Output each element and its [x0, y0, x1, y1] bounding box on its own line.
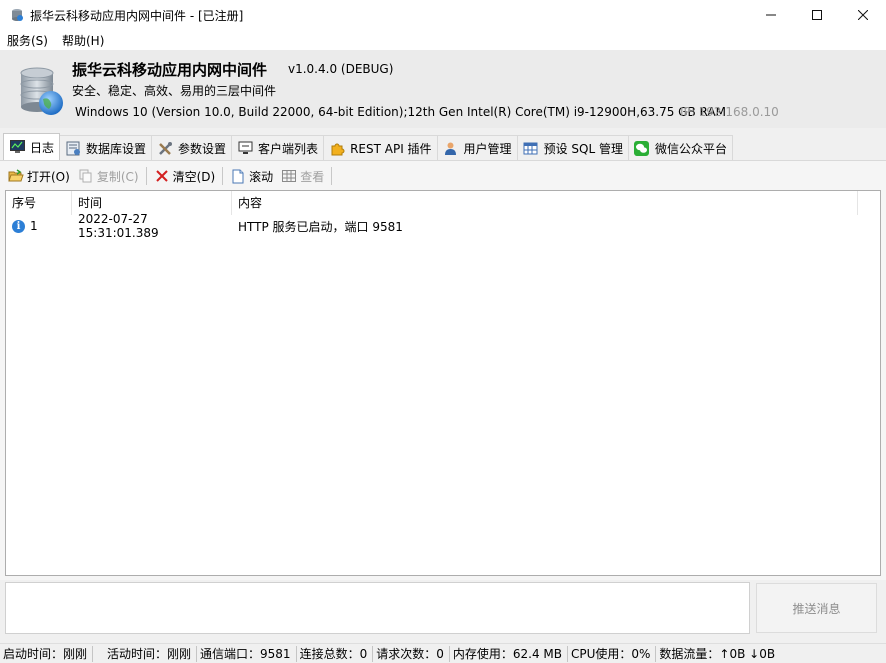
tab-label: 参数设置	[178, 141, 227, 156]
maximize-button[interactable]	[794, 0, 840, 30]
status-active-time: 活动时间：刚刚	[93, 645, 198, 662]
client-monitor-icon	[237, 140, 253, 156]
menu-help[interactable]: 帮助(H)	[55, 32, 111, 49]
scroll-label: 滚动	[249, 169, 274, 184]
send-message-button[interactable]: 推送消息	[756, 583, 877, 633]
status-connections: 连接总数：0	[297, 645, 374, 662]
clear-x-icon	[154, 168, 170, 184]
document-icon	[230, 168, 246, 184]
copy-icon	[78, 168, 94, 184]
table-icon	[523, 140, 539, 156]
log-panel: 打开(O) 复制(C) 清空(D) 滚动 查看 序号 时间 内容 i 1 202…	[0, 160, 886, 580]
tab-wechat-platform[interactable]: 微信公众平台	[627, 135, 733, 160]
app-tagline: 安全、稳定、高效、易用的三层中间件	[72, 84, 277, 98]
row-time: 2022-07-27 15:31:01.389	[78, 212, 159, 240]
folder-open-icon	[8, 168, 24, 184]
app-database-icon	[12, 9, 23, 21]
column-index[interactable]: 序号	[6, 191, 72, 215]
status-requests: 请求次数：0	[373, 645, 450, 662]
tab-label: 用户管理	[463, 141, 512, 156]
tab-label: REST API 插件	[350, 141, 432, 156]
row-index: 1	[30, 219, 38, 233]
view-label: 查看	[300, 169, 325, 184]
wechat-icon	[634, 140, 650, 156]
toolbar-separator	[331, 167, 333, 185]
info-icon: i	[12, 219, 25, 233]
menu-bar: 服务(S) 帮助(H)	[0, 30, 886, 50]
tab-database-settings[interactable]: 数据库设置	[59, 135, 153, 160]
app-window: 振华云科移动应用内网中间件 - [已注册] 服务(S) 帮助(H) 振华云科移动…	[0, 0, 886, 663]
row-content: HTTP 服务已启动，端口 9581	[238, 219, 403, 234]
copy-button[interactable]: 复制(C)	[74, 165, 143, 187]
menu-service[interactable]: 服务(S)	[0, 32, 55, 49]
tab-preset-sql[interactable]: 预设 SQL 管理	[516, 135, 629, 160]
column-content[interactable]: 内容	[232, 191, 858, 215]
tab-bar: 日志 数据库设置 参数设置 客户端列表 REST API 插件 用户管理 预设 …	[0, 133, 886, 160]
log-monitor-icon	[9, 139, 25, 155]
database-settings-icon	[65, 140, 81, 156]
status-port: 通信端口：9581	[197, 645, 297, 662]
minimize-button[interactable]	[748, 0, 794, 30]
log-toolbar: 打开(O) 复制(C) 清空(D) 滚动 查看	[4, 164, 335, 188]
table-row[interactable]: i 1 2022-07-27 15:31:01.389 HTTP 服务已启动，端…	[6, 212, 880, 240]
toolbar-separator	[145, 167, 147, 185]
app-version: v1.0.4.0 (DEBUG)	[288, 62, 394, 76]
clear-button[interactable]: 清空(D)	[150, 165, 220, 187]
scroll-button[interactable]: 滚动	[226, 165, 277, 187]
database-globe-icon	[20, 67, 63, 115]
tab-label: 客户端列表	[258, 141, 319, 156]
status-traffic: 数据流量：↑0B ↓0B	[659, 646, 776, 661]
tab-label: 日志	[30, 140, 55, 155]
log-list[interactable]: 序号 时间 内容 i 1 2022-07-27 15:31:01.389 HTT…	[5, 190, 881, 576]
toolbar-separator	[222, 167, 224, 185]
system-info: Windows 10 (Version 10.0, Build 22000, 6…	[75, 105, 726, 119]
tab-label: 数据库设置	[86, 141, 147, 156]
app-header: 振华云科移动应用内网中间件 v1.0.4.0 (DEBUG) 安全、稳定、高效、…	[0, 50, 886, 128]
tab-log[interactable]: 日志	[3, 133, 61, 160]
row-index-cell: i 1	[6, 219, 72, 233]
user-icon	[443, 140, 459, 156]
title-bar: 振华云科移动应用内网中间件 - [已注册]	[0, 0, 886, 30]
tools-icon	[157, 140, 173, 156]
status-cpu: CPU使用：0%	[568, 645, 657, 662]
view-button[interactable]: 查看	[277, 165, 328, 187]
message-input[interactable]	[5, 582, 750, 634]
grid-view-icon	[281, 168, 297, 184]
close-icon	[858, 10, 868, 20]
puzzle-icon	[329, 140, 345, 156]
tab-rest-api-plugin[interactable]: REST API 插件	[323, 135, 438, 160]
maximize-icon	[812, 10, 822, 20]
tab-parameter-settings[interactable]: 参数设置	[151, 135, 233, 160]
status-start-time: 启动时间：刚刚	[0, 645, 94, 662]
open-button[interactable]: 打开(O)	[4, 165, 74, 187]
minimize-icon	[766, 14, 776, 16]
ip-address: IP: 192.168.0.10	[680, 105, 779, 119]
clear-label: 清空(D)	[172, 169, 216, 184]
status-memory: 内存使用：62.4 MB	[450, 645, 568, 662]
tab-label: 预设 SQL 管理	[543, 141, 623, 156]
copy-label: 复制(C)	[96, 169, 139, 184]
tab-user-management[interactable]: 用户管理	[436, 135, 518, 160]
status-bar: 启动时间：刚刚 活动时间：刚刚 通信端口：9581 连接总数：0 请求次数：0 …	[0, 643, 886, 663]
tab-label: 微信公众平台	[654, 141, 727, 156]
open-label: 打开(O)	[27, 169, 70, 184]
tab-client-list[interactable]: 客户端列表	[231, 135, 325, 160]
close-button[interactable]	[840, 0, 886, 30]
app-name: 振华云科移动应用内网中间件	[72, 61, 268, 79]
window-title: 振华云科移动应用内网中间件 - [已注册]	[30, 8, 244, 23]
